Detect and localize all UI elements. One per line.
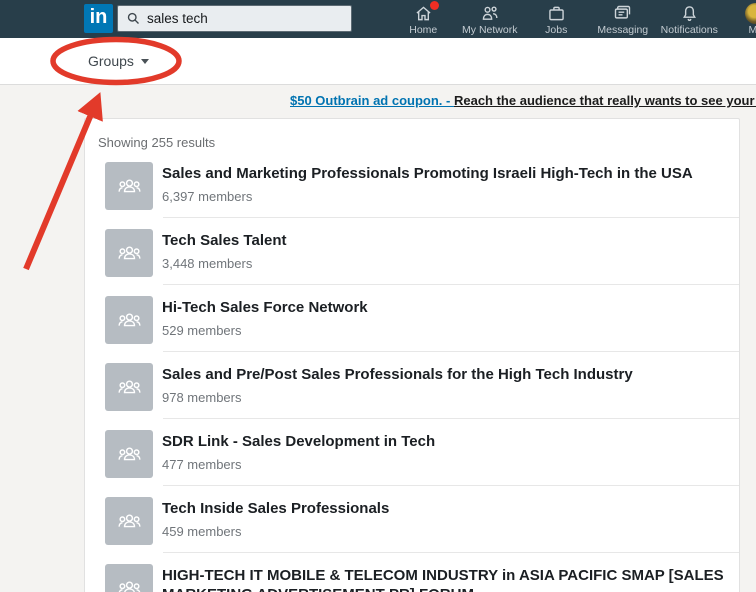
nav-item-home[interactable]: Home <box>390 0 457 38</box>
group-icon <box>117 312 141 326</box>
group-info: HIGH-TECH IT MOBILE & TELECOM INDUSTRY i… <box>162 564 725 592</box>
notification-dot <box>429 1 439 10</box>
group-title[interactable]: Tech Sales Talent <box>162 231 287 250</box>
nav-item-jobs[interactable]: Jobs <box>523 0 590 38</box>
group-tile[interactable] <box>105 162 153 210</box>
search-icon <box>127 12 139 24</box>
group-result-row[interactable]: Tech Sales Talent 3,448 members <box>85 218 739 285</box>
group-icon <box>117 178 141 192</box>
group-title[interactable]: HIGH-TECH IT MOBILE & TELECOM INDUSTRY i… <box>162 566 725 592</box>
nav-label: Notifications <box>660 24 718 36</box>
bell-icon <box>679 3 700 23</box>
group-members: 459 members <box>162 524 242 539</box>
results-list: Sales and Marketing Professionals Promot… <box>85 151 739 592</box>
group-result-row[interactable]: SDR Link - Sales Development in Tech 477… <box>85 419 739 486</box>
linkedin-logo[interactable]: in <box>84 4 113 33</box>
ad-banner-line: $50 Outbrain ad coupon. - Reach the audi… <box>290 93 756 108</box>
group-tile[interactable] <box>105 497 153 545</box>
group-result-row[interactable]: Sales and Pre/Post Sales Professionals f… <box>85 352 739 419</box>
group-icon <box>117 446 141 460</box>
group-result-row[interactable]: Tech Inside Sales Professionals 459 memb… <box>85 486 739 553</box>
group-result-row[interactable]: HIGH-TECH IT MOBILE & TELECOM INDUSTRY i… <box>85 553 739 592</box>
groups-dropdown-label: Groups <box>88 53 134 69</box>
group-result-row[interactable]: Sales and Marketing Professionals Promot… <box>85 151 739 218</box>
group-members: 477 members <box>162 457 242 472</box>
group-info: Sales and Marketing Professionals Promot… <box>162 162 693 204</box>
group-info: Sales and Pre/Post Sales Professionals f… <box>162 363 633 405</box>
group-tile[interactable] <box>105 363 153 411</box>
groups-filter-dropdown[interactable]: Groups <box>88 53 149 69</box>
group-result-row[interactable]: Hi-Tech Sales Force Network 529 members <box>85 285 739 352</box>
group-title[interactable]: SDR Link - Sales Development in Tech <box>162 432 435 451</box>
group-members: 3,448 members <box>162 256 253 271</box>
nav-label: My Network <box>462 24 518 36</box>
group-icon <box>118 580 140 592</box>
nav-item-messaging[interactable]: Messaging <box>590 0 657 38</box>
group-tile[interactable] <box>105 564 153 592</box>
nav-items: Home My Network Jobs Messaging Notificat… <box>390 0 756 38</box>
group-title[interactable]: Hi-Tech Sales Force Network <box>162 298 368 317</box>
search-results-card: Showing 255 results Sales and Marketing … <box>84 118 740 592</box>
filter-bar: Groups <box>0 38 756 85</box>
group-info: Tech Sales Talent 3,448 members <box>162 229 287 271</box>
group-info: Tech Inside Sales Professionals 459 memb… <box>162 497 389 539</box>
chevron-down-icon <box>140 58 149 64</box>
ad-banner: $50 Outbrain ad coupon. - Reach the audi… <box>0 86 756 118</box>
nav-item-me[interactable]: Me <box>723 0 756 38</box>
group-icon <box>117 513 141 527</box>
chat-icon <box>612 3 633 23</box>
group-members: 978 members <box>162 390 242 405</box>
nav-label: Messaging <box>597 24 649 36</box>
group-info: SDR Link - Sales Development in Tech 477… <box>162 430 435 472</box>
briefcase-icon <box>546 3 567 23</box>
nav-item-my-network[interactable]: My Network <box>457 0 524 38</box>
group-members: 529 members <box>162 323 242 338</box>
avatar <box>745 2 756 24</box>
annotation-arrow <box>23 92 103 271</box>
nav-label: Home <box>409 24 438 36</box>
nav-label: Me <box>748 24 756 36</box>
ad-message-link[interactable]: Reach the audience that really wants to … <box>454 93 756 108</box>
home-icon <box>413 1 439 23</box>
people-icon <box>479 3 501 23</box>
search-input[interactable] <box>147 11 351 26</box>
top-nav: in Home <box>0 0 756 38</box>
group-members: 6,397 members <box>162 189 253 204</box>
search-box[interactable] <box>117 5 352 32</box>
group-icon <box>117 245 141 259</box>
ad-coupon-link[interactable]: $50 Outbrain ad coupon. - <box>290 93 454 108</box>
group-title[interactable]: Sales and Marketing Professionals Promot… <box>162 164 693 183</box>
group-tile[interactable] <box>105 229 153 277</box>
group-tile[interactable] <box>105 430 153 478</box>
nav-item-notifications[interactable]: Notifications <box>656 0 723 38</box>
group-title[interactable]: Sales and Pre/Post Sales Professionals f… <box>162 365 633 384</box>
group-title[interactable]: Tech Inside Sales Professionals <box>162 499 389 518</box>
group-tile[interactable] <box>105 296 153 344</box>
results-count: Showing 255 results <box>98 135 216 150</box>
group-icon <box>117 379 141 393</box>
group-info: Hi-Tech Sales Force Network 529 members <box>162 296 368 338</box>
nav-label: Jobs <box>545 24 568 36</box>
